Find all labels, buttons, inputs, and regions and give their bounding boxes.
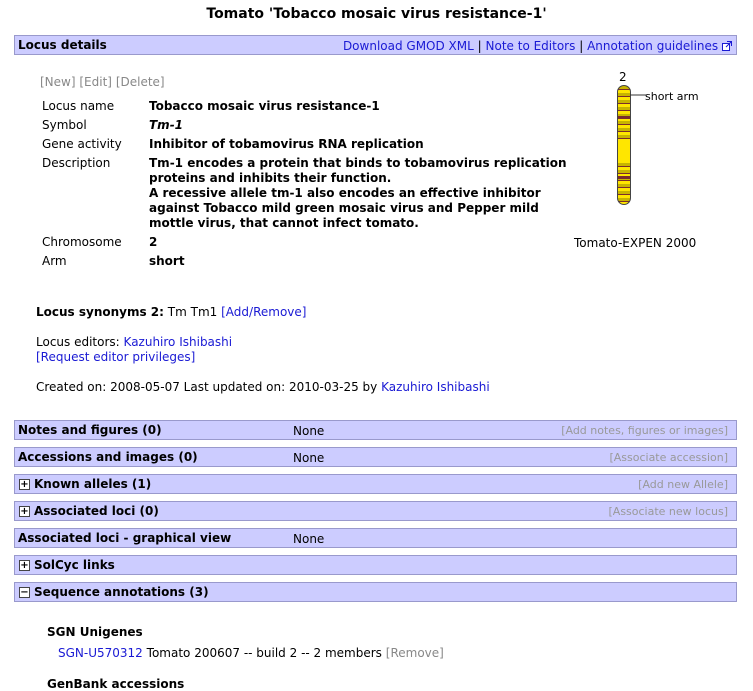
chromosome-number: 2 — [619, 70, 627, 84]
description-line: against Tobacco mild green mosaic virus … — [149, 201, 539, 215]
associate-accession-link[interactable]: [Associate accession] — [609, 451, 728, 464]
section-title: Notes and figures (0) — [18, 423, 162, 437]
unigene-row: SGN-U570312 Tomato 200607 -- build 2 -- … — [58, 646, 444, 660]
editors-label: Locus editors: — [36, 335, 120, 349]
gene-activity-label: Gene activity — [42, 137, 122, 151]
locus-details-links: Download GMOD XML | Note to Editors | An… — [343, 39, 732, 53]
synonyms-row: Locus synonyms 2: Tm Tm1 [Add/Remove] — [36, 305, 306, 319]
locus-details-bar: Locus details Download GMOD XML | Note t… — [14, 35, 737, 55]
edit-button[interactable]: [Edit] — [79, 75, 112, 89]
updated-by-link[interactable]: Kazuhiro Ishibashi — [381, 380, 490, 394]
section-sequence-annotations[interactable]: − Sequence annotations (3) — [14, 582, 737, 602]
map-name: Tomato-EXPEN 2000 — [574, 236, 697, 250]
unigene-link[interactable]: SGN-U570312 — [58, 646, 143, 660]
edit-controls: [New] [Edit] [Delete] — [40, 75, 165, 89]
section-notes-figures[interactable]: Notes and figures (0) None [Add notes, f… — [14, 420, 737, 440]
section-title: Known alleles (1) — [34, 477, 152, 491]
chromosome-value: 2 — [149, 235, 158, 249]
annotation-guidelines-link[interactable]: Annotation guidelines — [587, 39, 718, 53]
section-title: Associated loci - graphical view — [18, 531, 232, 545]
section-title: Associated loci (0) — [34, 504, 159, 518]
link-separator: | — [579, 39, 584, 53]
link-separator: | — [477, 39, 482, 53]
associate-new-locus-link[interactable]: [Associate new locus] — [609, 505, 729, 518]
arm-label: Arm — [42, 254, 67, 268]
section-status: None — [293, 532, 325, 546]
new-button[interactable]: [New] — [40, 75, 76, 89]
synonyms-values: Tm Tm1 — [167, 305, 218, 319]
external-link-icon — [722, 41, 732, 51]
section-solcyc-links[interactable]: + SolCyc links — [14, 555, 737, 575]
arm-marker-line — [630, 94, 646, 96]
download-gmod-xml-link[interactable]: Download GMOD XML — [343, 39, 474, 53]
add-remove-synonyms-link[interactable]: [Add/Remove] — [221, 305, 306, 319]
description-label: Description — [42, 156, 111, 170]
synonyms-label: Locus synonyms 2: — [36, 305, 164, 319]
chromosome-label: Chromosome — [42, 235, 122, 249]
description-value: Tm-1 encodes a protein that binds to tob… — [149, 156, 566, 231]
gene-activity-value: Inhibitor of tobamovirus RNA replication — [149, 137, 424, 151]
page-title: Tomato 'Tobacco mosaic virus resistance-… — [206, 6, 547, 22]
symbol-value: Tm-1 — [149, 118, 184, 132]
section-accessions-images[interactable]: Accessions and images (0) None [Associat… — [14, 447, 737, 467]
locus-name-label: Locus name — [42, 99, 115, 113]
delete-button[interactable]: [Delete] — [116, 75, 165, 89]
arm-value: short — [149, 254, 185, 268]
section-associated-loci[interactable]: + Associated loci (0) [Associate new loc… — [14, 501, 737, 521]
unigene-description: Tomato 200607 -- build 2 -- 2 members — [146, 646, 382, 660]
section-associated-loci-graphical[interactable]: Associated loci - graphical view None — [14, 528, 737, 548]
note-to-editors-link[interactable]: Note to Editors — [486, 39, 576, 53]
section-title: Sequence annotations (3) — [34, 585, 209, 599]
created-row: Created on: 2008-05-07 Last updated on: … — [36, 380, 490, 394]
expand-icon[interactable]: + — [19, 559, 30, 571]
add-notes-link[interactable]: [Add notes, figures or images] — [561, 424, 728, 437]
section-title: Accessions and images (0) — [18, 450, 198, 464]
section-status: None — [293, 424, 325, 438]
chromosome-band — [618, 116, 630, 119]
section-status: None — [293, 451, 325, 465]
collapse-icon[interactable]: − — [19, 586, 30, 598]
short-arm-label: short arm — [645, 90, 699, 103]
locus-name-value: Tobacco mosaic virus resistance-1 — [149, 99, 380, 113]
editor-link[interactable]: Kazuhiro Ishibashi — [124, 335, 233, 349]
add-new-allele-link[interactable]: [Add new Allele] — [638, 478, 728, 491]
chromosome-band — [618, 176, 630, 179]
locus-details-title: Locus details — [18, 38, 107, 52]
chromosome-band — [618, 141, 630, 161]
expand-icon[interactable]: + — [19, 505, 30, 517]
request-editor-privileges-link[interactable]: [Request editor privileges] — [36, 350, 195, 364]
symbol-label: Symbol — [42, 118, 87, 132]
section-title: SolCyc links — [34, 558, 115, 572]
created-text: Created on: 2008-05-07 Last updated on: … — [36, 380, 378, 394]
genbank-accessions-heading: GenBank accessions — [47, 677, 185, 691]
editors-block: Locus editors: Kazuhiro Ishibashi [Reque… — [36, 335, 232, 365]
section-known-alleles[interactable]: + Known alleles (1) [Add new Allele] — [14, 474, 737, 494]
sgn-unigenes-heading: SGN Unigenes — [47, 625, 143, 639]
description-line: mottle virus, that cannot infect tomato. — [149, 216, 419, 230]
description-line: proteins and inhibits their function. — [149, 171, 392, 185]
expand-icon[interactable]: + — [19, 478, 30, 490]
chromosome-ideogram[interactable] — [617, 85, 631, 205]
remove-unigene-link[interactable]: [Remove] — [386, 646, 444, 660]
description-line: A recessive allele tm-1 also encodes an … — [149, 186, 541, 200]
description-line: Tm-1 encodes a protein that binds to tob… — [149, 156, 567, 170]
